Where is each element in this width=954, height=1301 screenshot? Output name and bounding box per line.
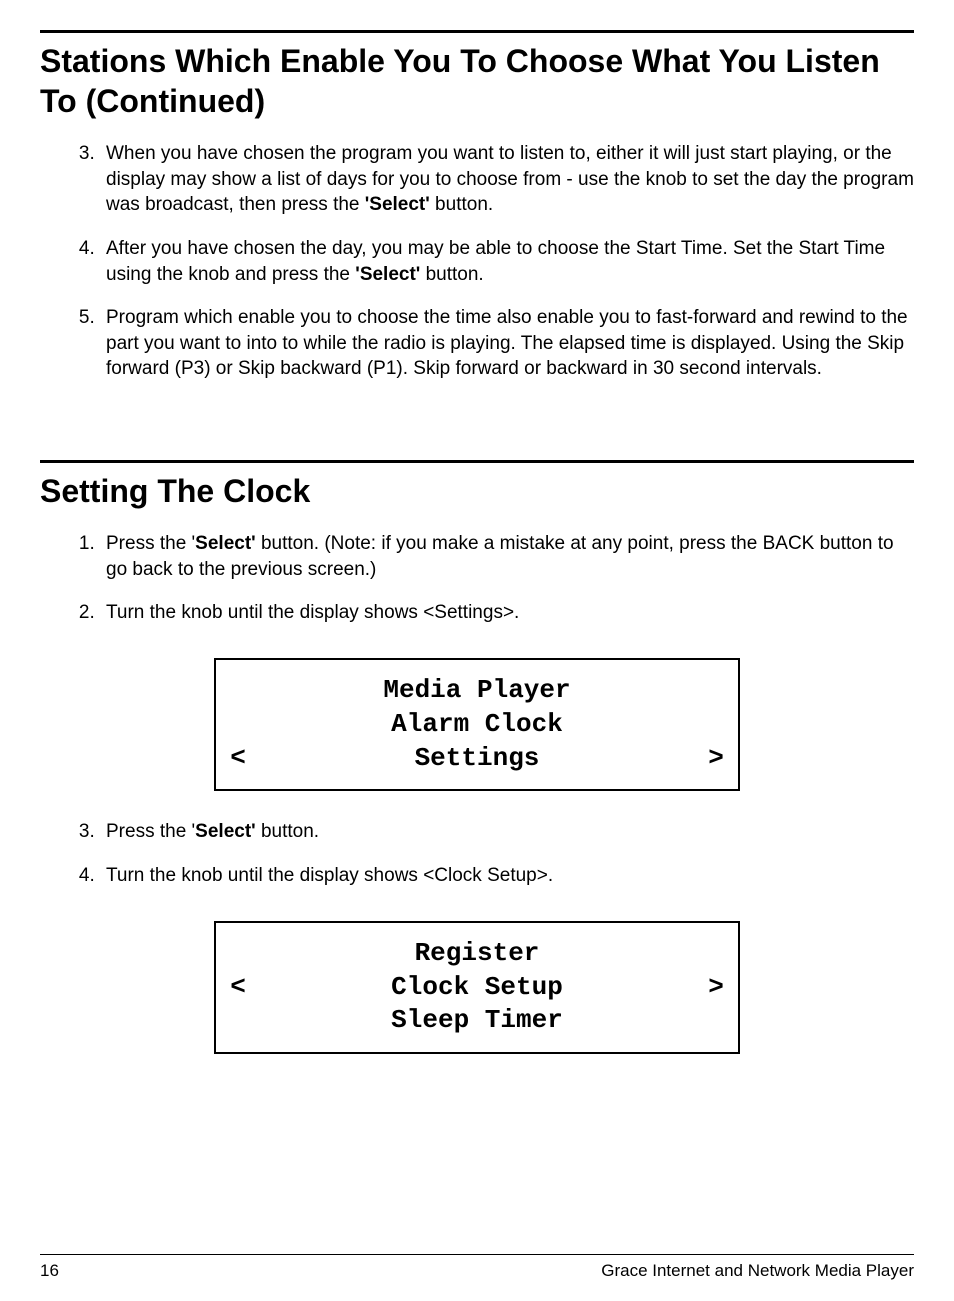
display-line: Alarm Clock bbox=[222, 708, 732, 742]
chevron-right-icon: > bbox=[704, 971, 728, 1005]
section-heading-stations: Stations Which Enable You To Choose What… bbox=[40, 41, 914, 121]
display-selected: Settings bbox=[250, 742, 704, 776]
list-item: After you have chosen the day, you may b… bbox=[100, 236, 914, 287]
clock-list: Press the 'Select' button. (Note: if you… bbox=[40, 531, 914, 644]
list-text: button. bbox=[430, 194, 493, 215]
section-heading-clock: Setting The Clock bbox=[40, 471, 914, 511]
bold-select: Select' bbox=[195, 533, 256, 554]
chevron-right-icon: > bbox=[704, 742, 728, 776]
list-text: Program which enable you to choose the t… bbox=[106, 307, 908, 379]
stations-list: When you have chosen the program you wan… bbox=[40, 141, 914, 400]
display-line: Register bbox=[222, 937, 732, 971]
bold-select: 'Select' bbox=[355, 264, 420, 285]
display-line: Media Player bbox=[222, 674, 732, 708]
list-item: Turn the knob until the display shows <C… bbox=[100, 863, 914, 889]
bold-select: 'Select' bbox=[365, 194, 430, 215]
list-text: When you have chosen the program you wan… bbox=[106, 143, 914, 215]
list-text: Press the ' bbox=[106, 533, 195, 554]
display-selected-row: < Clock Setup > bbox=[222, 971, 732, 1005]
list-text: After you have chosen the day, you may b… bbox=[106, 238, 885, 285]
footer-title: Grace Internet and Network Media Player bbox=[601, 1261, 914, 1281]
clock-list-cont: Press the 'Select' button. Turn the knob… bbox=[40, 819, 914, 906]
display-line: Sleep Timer bbox=[222, 1004, 732, 1038]
chevron-left-icon: < bbox=[226, 971, 250, 1005]
page-number: 16 bbox=[40, 1261, 59, 1281]
list-item: Turn the knob until the display shows <S… bbox=[100, 600, 914, 626]
list-text: Press the ' bbox=[106, 821, 195, 842]
display-settings: Media Player Alarm Clock < Settings > bbox=[214, 658, 740, 791]
section-rule bbox=[40, 460, 914, 463]
list-item: Program which enable you to choose the t… bbox=[100, 305, 914, 382]
spacer bbox=[40, 400, 914, 460]
display-clock-setup: Register < Clock Setup > Sleep Timer bbox=[214, 921, 740, 1054]
bold-select: Select' bbox=[195, 821, 256, 842]
list-text: button. bbox=[256, 821, 319, 842]
display-selected: Clock Setup bbox=[250, 971, 704, 1005]
list-text: Turn the knob until the display shows <S… bbox=[106, 602, 519, 623]
section-rule bbox=[40, 30, 914, 33]
list-item: When you have chosen the program you wan… bbox=[100, 141, 914, 218]
list-item: Press the 'Select' button. bbox=[100, 819, 914, 845]
document-page: Stations Which Enable You To Choose What… bbox=[0, 0, 954, 1301]
list-item: Press the 'Select' button. (Note: if you… bbox=[100, 531, 914, 582]
page-footer: 16 Grace Internet and Network Media Play… bbox=[40, 1254, 914, 1281]
list-text: Turn the knob until the display shows <C… bbox=[106, 865, 553, 886]
display-selected-row: < Settings > bbox=[222, 742, 732, 776]
list-text: button. bbox=[420, 264, 483, 285]
chevron-left-icon: < bbox=[226, 742, 250, 776]
